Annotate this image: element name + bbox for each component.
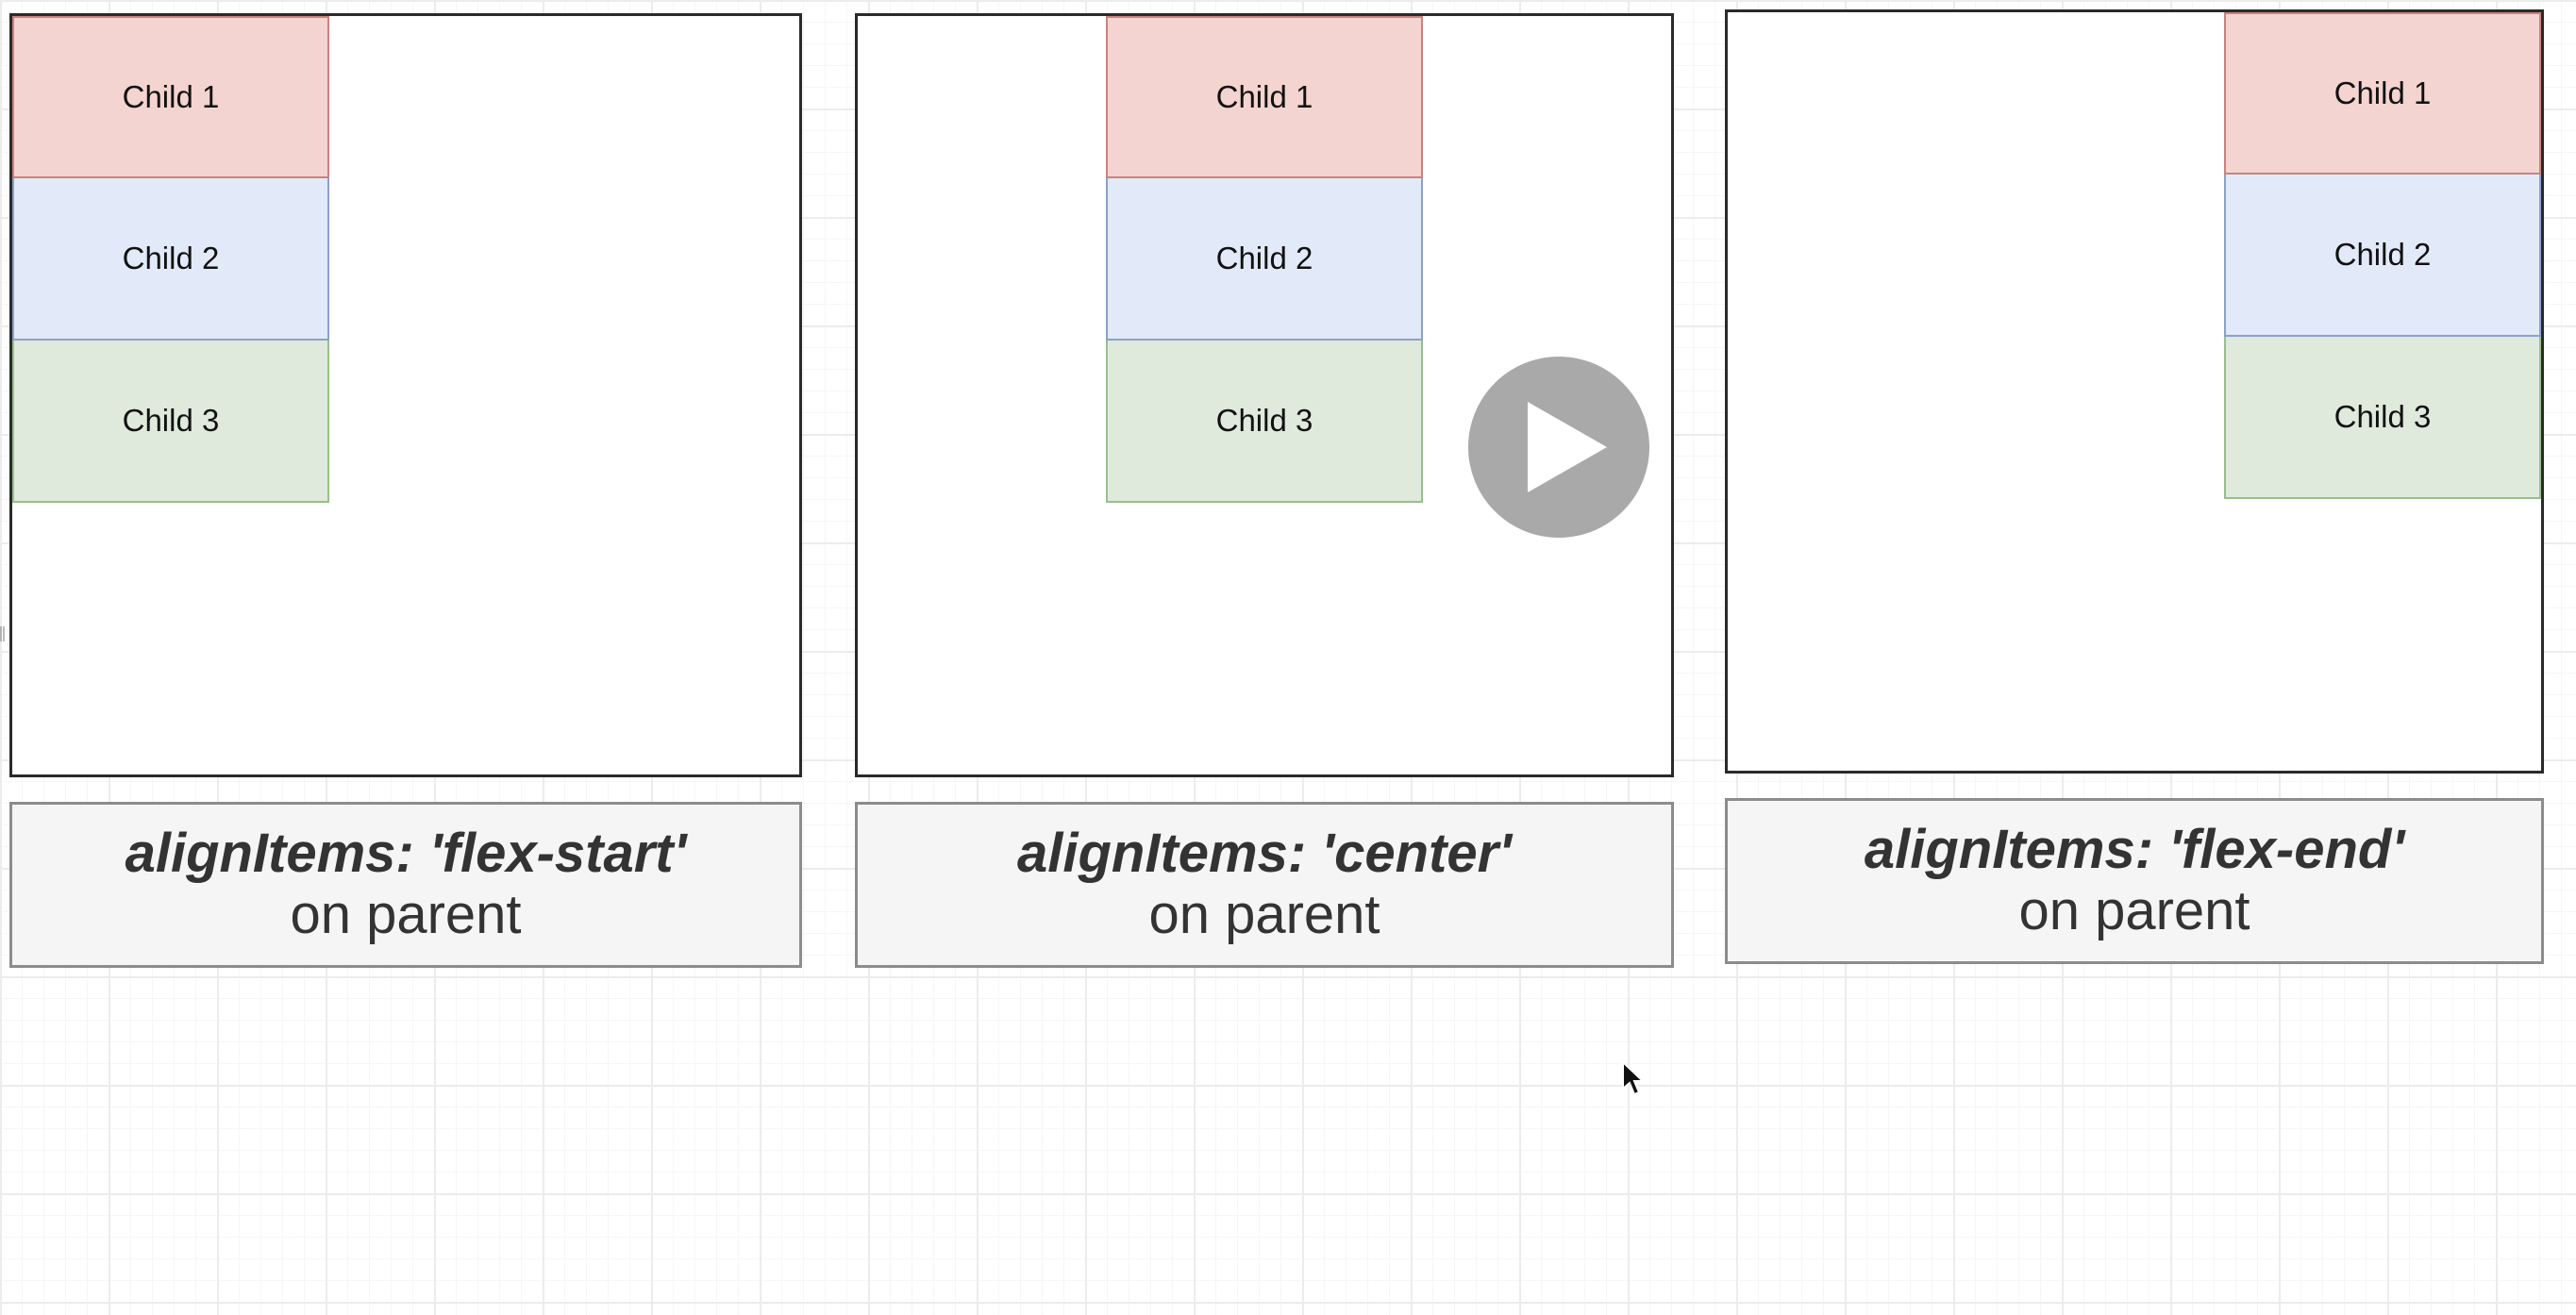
child-box-3: Child 3: [12, 341, 329, 503]
mouse-pointer-icon: [1622, 1060, 1646, 1096]
play-button[interactable]: [1468, 357, 1649, 538]
caption-prop-text: alignItems: 'center': [1017, 823, 1512, 885]
caption-prop-text: alignItems: 'flex-start': [125, 823, 687, 885]
parent-box-flex-end: Child 1 Child 2 Child 3: [1725, 9, 2544, 774]
caption-center: alignItems: 'center' on parent: [855, 802, 1674, 968]
child-box-3: Child 3: [2224, 337, 2541, 499]
parent-box-flex-start: Child 1 Child 2 Child 3: [9, 13, 802, 777]
child-box-2: Child 2: [2224, 175, 2541, 337]
diagram-canvas: Child 1 Child 2 Child 3 alignItems: 'fle…: [0, 0, 2576, 1315]
child-box-2: Child 2: [1106, 178, 1423, 341]
child-box-2: Child 2: [12, 178, 329, 341]
child-box-1: Child 1: [12, 16, 329, 178]
play-icon: [1528, 402, 1607, 492]
caption-sub-text: on parent: [1148, 884, 1380, 945]
edge-marker-icon: [0, 626, 5, 641]
caption-flex-end: alignItems: 'flex-end' on parent: [1725, 798, 2544, 964]
child-box-3: Child 3: [1106, 341, 1423, 503]
caption-flex-start: alignItems: 'flex-start' on parent: [9, 802, 802, 968]
caption-prop-text: alignItems: 'flex-end': [1864, 819, 2405, 881]
child-box-1: Child 1: [2224, 12, 2541, 175]
caption-sub-text: on parent: [290, 884, 522, 945]
child-box-1: Child 1: [1106, 16, 1423, 178]
caption-sub-text: on parent: [2018, 880, 2250, 941]
